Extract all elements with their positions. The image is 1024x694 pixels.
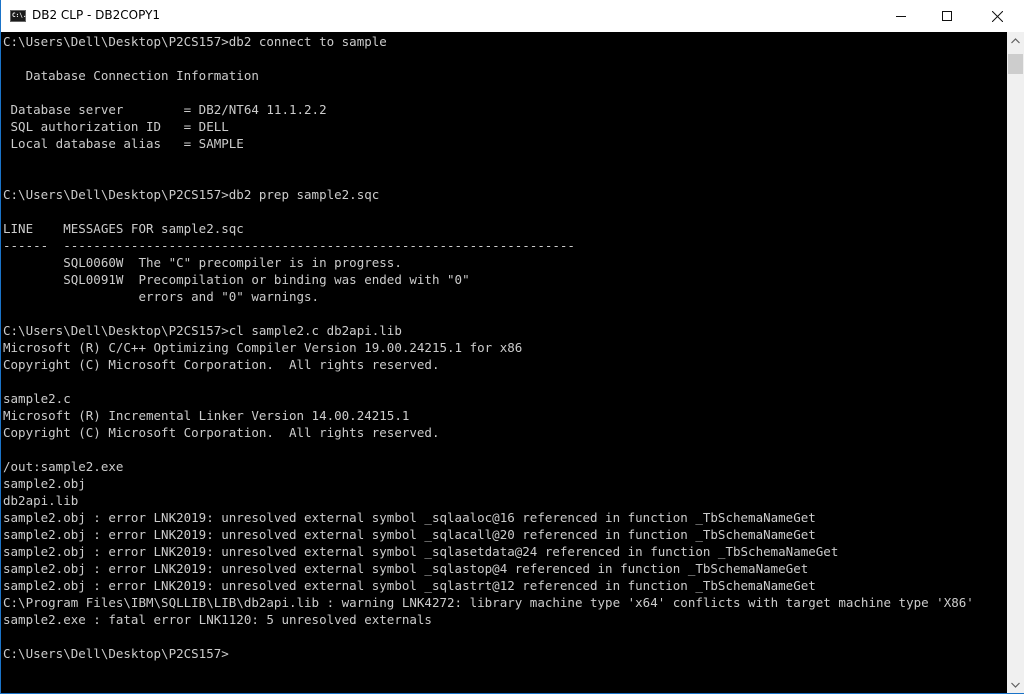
console-line: C:\Users\Dell\Desktop\P2CS157>cl sample2… <box>3 323 402 338</box>
console-output[interactable]: C:\Users\Dell\Desktop\P2CS157>db2 connec… <box>2 32 1007 693</box>
console-line: Database server = DB2/NT64 11.1.2.2 <box>3 102 327 117</box>
console-line: Local database alias = SAMPLE <box>3 136 244 151</box>
console-line: /out:sample2.exe <box>3 459 124 474</box>
console-line: Database Connection Information <box>3 68 259 83</box>
console-line: SQL0060W The "C" precompiler is in progr… <box>3 255 402 270</box>
window-title: DB2 CLP - DB2COPY1 <box>32 8 161 22</box>
scroll-up-button[interactable] <box>1007 32 1024 49</box>
vertical-scrollbar[interactable] <box>1007 32 1024 693</box>
title-bar[interactable]: C:\. DB2 CLP - DB2COPY1 <box>1 0 1024 32</box>
console-line: C:\Users\Dell\Desktop\P2CS157>db2 prep s… <box>3 187 380 202</box>
console-window: C:\. DB2 CLP - DB2COPY1 C:\Users\Dell\De… <box>0 0 1024 694</box>
console-line: sample2.c <box>3 391 71 406</box>
chevron-down-icon <box>1011 682 1020 688</box>
console-line: sample2.obj : error LNK2019: unresolved … <box>3 510 816 525</box>
maximize-icon <box>942 11 952 21</box>
console-line: ------ ---------------------------------… <box>3 238 575 253</box>
minimize-button[interactable] <box>878 0 924 32</box>
console-line: Microsoft (R) C/C++ Optimizing Compiler … <box>3 340 523 355</box>
console-line: sample2.exe : fatal error LNK1120: 5 unr… <box>3 612 432 627</box>
minimize-icon <box>896 16 906 17</box>
console-line: SQL0091W Precompilation or binding was e… <box>3 272 470 287</box>
console-line: sample2.obj : error LNK2019: unresolved … <box>3 578 816 593</box>
console-line: C:\Users\Dell\Desktop\P2CS157> <box>3 646 229 661</box>
close-button[interactable] <box>974 0 1020 32</box>
console-line: sample2.obj <box>3 476 86 491</box>
console-line: sample2.obj : error LNK2019: unresolved … <box>3 561 809 576</box>
console-app-icon[interactable]: C:\. <box>10 10 26 22</box>
console-line: errors and "0" warnings. <box>3 289 320 304</box>
console-line: sample2.obj : error LNK2019: unresolved … <box>3 527 816 542</box>
chevron-up-icon <box>1011 37 1020 43</box>
console-line: C:\Users\Dell\Desktop\P2CS157>db2 connec… <box>3 34 387 49</box>
console-line: db2api.lib <box>3 493 79 508</box>
console-line: SQL authorization ID = DELL <box>3 119 229 134</box>
console-line: C:\Program Files\IBM\SQLLIB\LIB\db2api.l… <box>3 595 974 610</box>
console-line: LINE MESSAGES FOR sample2.sqc <box>3 221 244 236</box>
console-text: C:\Users\Dell\Desktop\P2CS157>db2 connec… <box>3 33 974 662</box>
maximize-button[interactable] <box>924 0 970 32</box>
console-line: Microsoft (R) Incremental Linker Version… <box>3 408 410 423</box>
console-line: Copyright (C) Microsoft Corporation. All… <box>3 425 440 440</box>
console-line: Copyright (C) Microsoft Corporation. All… <box>3 357 440 372</box>
console-line: sample2.obj : error LNK2019: unresolved … <box>3 544 839 559</box>
scroll-thumb[interactable] <box>1008 54 1023 74</box>
close-icon <box>991 10 1003 22</box>
scroll-down-button[interactable] <box>1007 676 1024 693</box>
